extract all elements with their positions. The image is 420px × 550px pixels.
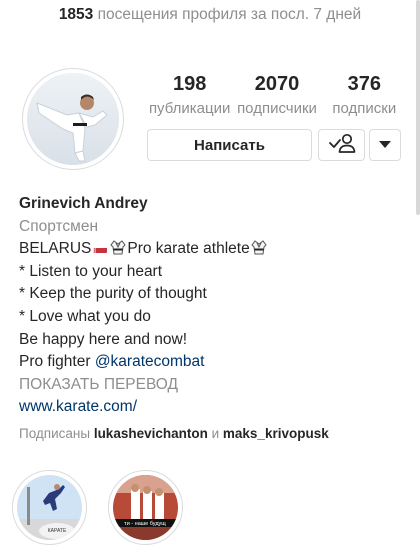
highlight-1-caption: КАРАТЕ [48, 528, 67, 534]
bio-line-4: * Love what you do [19, 307, 151, 325]
followed-by-user-2: maks_krivopusk [222, 425, 329, 441]
stat-posts-label: публикации [148, 100, 231, 117]
mention-link[interactable]: @karatecombat [95, 353, 205, 370]
stat-posts[interactable]: 198 публикации [146, 72, 233, 117]
profile-stats: 198 публикации 2070 подписчики 376 подпи… [146, 72, 408, 117]
bio-fighter-text: Pro fighter [19, 353, 95, 371]
bio-line-1: BELARUS Pro karate athlete [19, 238, 409, 261]
story-highlight-2[interactable]: ти - наше будущ [108, 470, 183, 545]
message-button[interactable]: Написать [147, 129, 312, 161]
highlight-2-caption: ти - наше будущ [124, 521, 166, 527]
show-translation-button[interactable]: ПОКАЗАТЬ ПЕРЕВОД [19, 374, 409, 397]
bio-country-text: BELARUS [19, 240, 92, 258]
profile-bio: Grinevich Andrey Спортсмен BELARUS Pro ka… [19, 193, 409, 446]
website-link[interactable]: www.karate.com/ [19, 396, 409, 419]
followed-by-user-1: lukashevichanton [93, 425, 208, 441]
more-options-button[interactable] [369, 129, 401, 161]
visits-text: посещения профиля за посл. 7 дней [97, 6, 362, 23]
stat-followers[interactable]: 2070 подписчики [233, 72, 320, 117]
scrollbar[interactable] [416, 0, 420, 215]
profile-name: Grinevich Andrey [19, 195, 148, 212]
stat-following[interactable]: 376 подписки [321, 72, 408, 117]
bio-line-6: Pro fighter @karatecombat [19, 351, 409, 374]
highlight-1-image: КАРАТЕ [17, 475, 82, 540]
stat-following-value: 376 [347, 73, 381, 95]
visits-count: 1853 [58, 6, 94, 23]
profile-avatar[interactable] [22, 68, 124, 170]
avatar-image [27, 73, 119, 165]
followed-by-prefix: Подписаны [19, 425, 94, 441]
bio-line-3: * Keep the purity of thought [19, 285, 207, 303]
stat-followers-label: подписчики [237, 100, 317, 117]
followed-by[interactable]: Подписаны lukashevichanton и maks_krivop… [19, 423, 409, 446]
following-button[interactable] [318, 129, 365, 161]
karate-uniform-icon [110, 240, 127, 255]
bio-line-5: Be happy here and now! [19, 330, 188, 348]
stat-following-label: подписки [332, 100, 397, 117]
chevron-down-icon [379, 136, 391, 154]
karate-uniform-icon [251, 240, 267, 255]
bio-line-2: * Listen to your heart [19, 262, 163, 280]
belarus-flag-icon [93, 243, 108, 254]
profile-visits-banner[interactable]: 1853 посещения профиля за посл. 7 дней [0, 6, 420, 24]
profile-category: Спортсмен [19, 217, 98, 235]
bio-athlete-text: Pro karate athlete [127, 240, 250, 258]
followed-by-and: и [207, 425, 223, 441]
story-highlight-1[interactable]: КАРАТЕ [12, 470, 87, 545]
highlight-2-image: ти - наше будущ [113, 475, 178, 540]
stat-posts-value: 198 [172, 73, 207, 95]
user-check-icon [327, 132, 357, 159]
stat-followers-value: 2070 [254, 73, 300, 95]
